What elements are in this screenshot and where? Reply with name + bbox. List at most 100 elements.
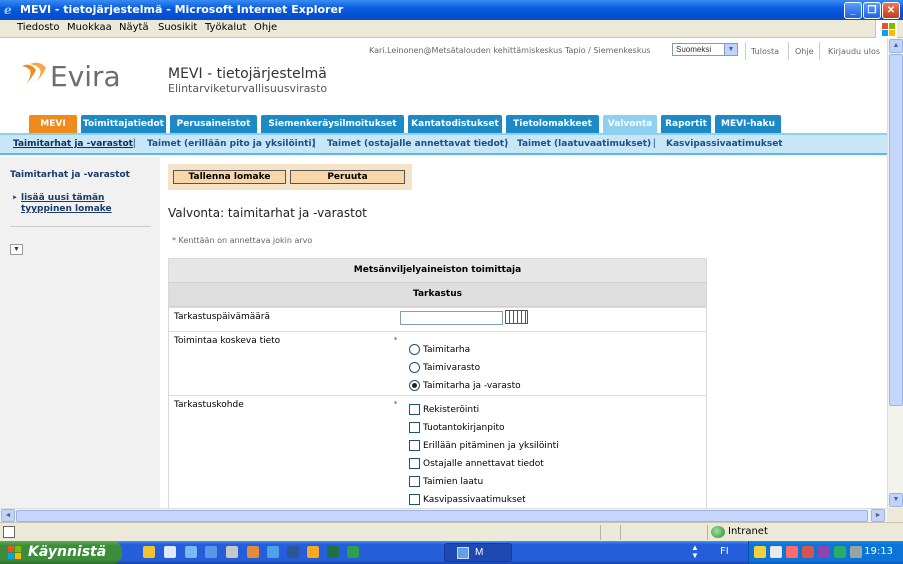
language-select[interactable]: Suomeksi ▼ [672,43,738,56]
tray-icon[interactable] [818,546,830,558]
bullet-icon: ► [12,195,18,201]
target-label: Tarkastuskohde [174,400,244,410]
window-title: MEVI - tietojärjestelmä - Microsoft Inte… [20,3,344,16]
tray-icon[interactable] [802,546,814,558]
tray-icon[interactable] [834,546,846,558]
tab-siemenkerays[interactable]: Siemenkeräysilmoitukset [260,114,405,133]
user-info: Kari.Leinonen@Metsätalouden kehittämiske… [369,46,651,55]
chevron-down-icon[interactable]: ▼ [724,44,737,55]
ie-quicklaunch-icon[interactable] [185,546,197,558]
subnav-separator: | [653,138,656,149]
tray-icon[interactable] [786,546,798,558]
checkbox[interactable] [409,476,420,487]
subnav-ostajalle[interactable]: Taimet (ostajalle annettavat tiedot) [327,139,508,149]
scroll-left-icon[interactable]: ◄ [1,509,15,522]
app-icon[interactable] [205,546,217,558]
sub-navigation: Taimitarhat ja -varastot | Taimet (erill… [0,135,887,155]
target-row: Tarkastuskohde * Rekisteröinti Tuotantok… [169,395,706,508]
scroll-thumb[interactable] [889,54,903,406]
menu-favorites[interactable]: Suosikit [158,22,197,33]
windows-flag-icon [8,546,21,559]
checkbox[interactable] [409,494,420,505]
divider [745,42,746,60]
app-icon[interactable] [247,546,259,558]
required-mark: * [394,400,398,409]
tab-kantatodistukset[interactable]: Kantatodistukset [407,114,503,133]
word-icon[interactable] [287,546,299,558]
tab-mevi-haku[interactable]: MEVI-haku [714,114,782,133]
tab-raportit[interactable]: Raportit [660,114,712,133]
required-note: * Kenttään on annettava jokin arvo [172,236,313,245]
activity-row: Toimintaa koskeva tieto * Taimitarha Tai… [169,331,706,395]
maximize-button[interactable]: ❐ [863,2,881,19]
subnav-taimitarhat[interactable]: Taimitarhat ja -varastot [13,139,133,149]
sidebar-title: Taimitarhat ja -varastot [10,170,130,180]
app-icon[interactable] [226,546,238,558]
menu-file[interactable]: Tiedosto [17,22,59,33]
tab-tietolomakkeet[interactable]: Tietolomakkeet [505,114,600,133]
app-icon[interactable] [307,546,319,558]
excel-icon[interactable] [327,546,339,558]
taskbar-item-ie[interactable]: M [444,543,512,562]
vertical-scrollbar[interactable]: ▲ ▼ [887,38,903,508]
tab-valvonta[interactable]: Valvonta [602,114,658,133]
tray-icon[interactable] [770,546,782,558]
checkbox[interactable] [409,404,420,415]
app-icon[interactable] [267,546,279,558]
app-title: MEVI - tietojärjestelmä [168,66,327,82]
checkbox[interactable] [409,458,420,469]
subnav-kasvipassi[interactable]: Kasvipassivaatimukset [666,139,783,149]
radio-button[interactable] [409,362,420,373]
menu-tools[interactable]: Työkalut [205,22,246,33]
scroll-down-icon[interactable]: ▼ [889,493,903,507]
menu-view[interactable]: Näytä [119,22,149,33]
app-subtitle: Elintarviketurvallisuusvirasto [168,82,328,95]
checkbox[interactable] [409,440,420,451]
section-header: Metsänviljelyaineiston toimittaja [169,259,706,283]
save-form-button[interactable]: Tallenna lomake [173,170,286,184]
window-title-bar[interactable]: e MEVI - tietojärjestelmä - Microsoft In… [0,0,903,20]
taskbar-scroll-icon[interactable]: ▲ ▼ [691,544,699,560]
minimize-button[interactable]: _ [844,2,862,19]
page-icon [3,526,15,538]
close-button[interactable]: ✕ [882,2,900,19]
form-box: Metsänviljelyaineiston toimittaja Tarkas… [168,258,707,508]
tray-icon[interactable] [754,546,766,558]
cancel-button[interactable]: Peruuta [290,170,405,184]
zone-label: Intranet [728,526,768,537]
tray-icon[interactable] [850,546,862,558]
start-label: Käynnistä [28,544,107,560]
menu-help[interactable]: Ohje [254,22,277,33]
taskbar: Käynnistä M ▲ ▼ FI 19:13 [0,541,903,564]
logo-text: Evira [50,60,121,93]
tab-toimittajatiedot[interactable]: Toimittajatiedot [80,114,167,133]
scroll-right-icon[interactable]: ► [871,509,885,522]
radio-button[interactable] [409,344,420,355]
app-icon[interactable] [347,546,359,558]
start-button[interactable]: Käynnistä [0,541,122,564]
evira-logo: Evira [20,58,165,98]
folder-icon[interactable] [143,546,155,558]
help-link[interactable]: Ohje [795,47,814,56]
date-input[interactable] [400,311,503,325]
desktop-icon[interactable] [164,546,176,558]
print-link[interactable]: Tulosta [751,47,779,56]
tab-perusaineistot[interactable]: Perusaineistot [169,114,258,133]
subnav-laatuvaatimukset[interactable]: Taimet (laatuvaatimukset) [517,139,651,149]
logout-link[interactable]: Kirjaudu ulos [828,47,880,56]
scroll-thumb[interactable] [16,510,868,522]
calendar-icon[interactable] [505,310,528,324]
checkbox[interactable] [409,422,420,433]
divider [788,42,789,60]
menu-edit[interactable]: Muokkaa [67,22,112,33]
radio-button-selected[interactable] [409,380,420,391]
subnav-erillaan[interactable]: Taimet (erillään pito ja yksilöinti) [147,139,316,149]
tab-mevi[interactable]: MEVI [28,114,78,133]
scroll-up-icon[interactable]: ▲ [889,39,903,53]
add-new-form-link[interactable]: lisää uusi tämän tyyppinen lomake [21,193,156,215]
language-indicator[interactable]: FI [720,546,729,557]
expand-icon[interactable]: ▼ [10,244,23,255]
subnav-separator: | [505,138,508,149]
horizontal-scrollbar[interactable]: ◄ ► [0,508,887,522]
form-heading: Valvonta: taimitarhat ja -varastot [168,206,367,220]
